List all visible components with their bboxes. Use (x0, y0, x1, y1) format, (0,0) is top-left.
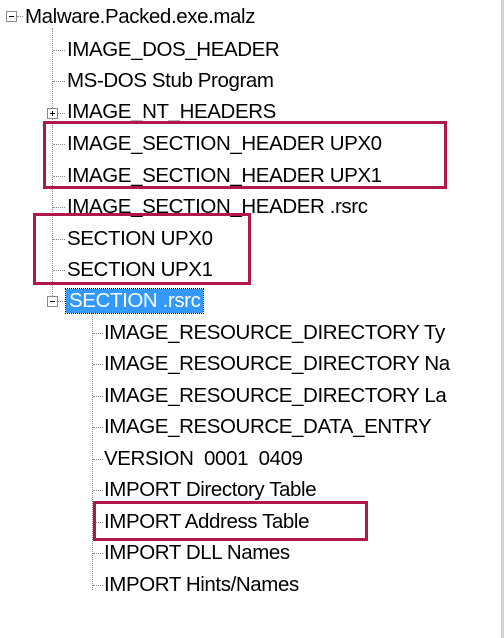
tree-item-ms-dos-stub[interactable]: MS-DOS Stub Program (67, 69, 274, 93)
highlight-box-import-address-table (93, 501, 368, 541)
tree-item-import-directory-table[interactable]: IMPORT Directory Table (104, 478, 317, 502)
tree-root-file[interactable]: Malware.Packed.exe.malz (25, 5, 255, 29)
tree-item-version[interactable]: VERSION 0001 0409 (104, 447, 303, 471)
expand-icon[interactable] (47, 108, 58, 119)
highlight-box-section-headers (43, 121, 447, 189)
tree-item-resource-data-entry[interactable]: IMAGE_RESOURCE_DATA_ENTRY (104, 415, 432, 439)
tree-item-image-dos-header[interactable]: IMAGE_DOS_HEADER (67, 38, 280, 62)
tree-item-import-dll-names[interactable]: IMPORT DLL Names (104, 541, 290, 565)
collapse-icon[interactable] (47, 296, 58, 307)
tree-item-resource-directory-type[interactable]: IMAGE_RESOURCE_DIRECTORY Ty (104, 321, 445, 345)
highlight-box-sections (33, 213, 251, 285)
tree-item-resource-directory-name[interactable]: IMAGE_RESOURCE_DIRECTORY Na (104, 352, 450, 376)
tree-item-import-hints-names[interactable]: IMPORT Hints/Names (104, 573, 299, 597)
tree-item-resource-directory-language[interactable]: IMAGE_RESOURCE_DIRECTORY La (104, 384, 447, 408)
collapse-icon[interactable] (6, 11, 17, 22)
tree-item-section-rsrc[interactable]: SECTION .rsrc (64, 288, 205, 314)
pe-structure-tree[interactable]: Malware.Packed.exe.malz IMAGE_DOS_HEADER… (0, 0, 504, 638)
